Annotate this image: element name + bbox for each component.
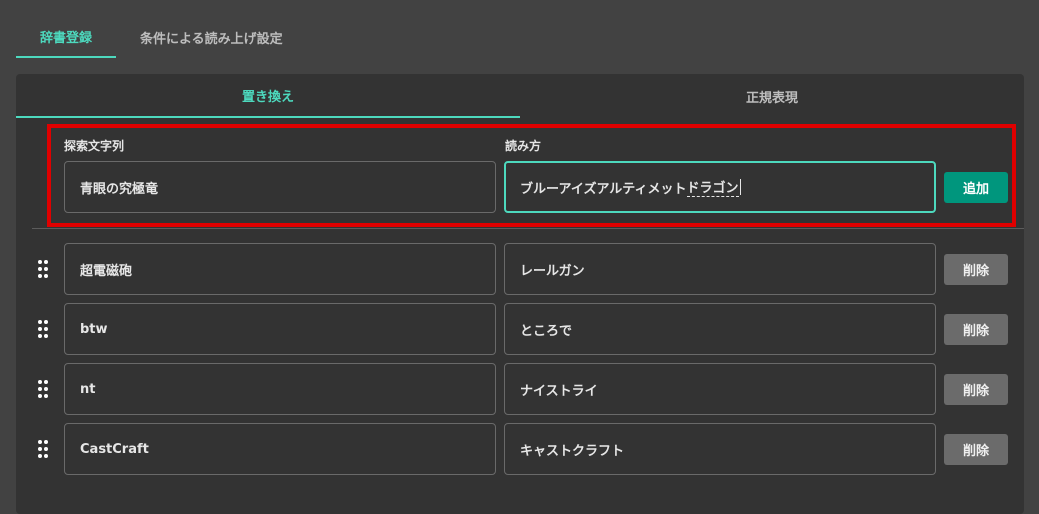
entry-reading-value: ナイストライ: [520, 383, 598, 399]
tab-regex[interactable]: 正規表現: [520, 74, 1024, 118]
entry-search-value: 超電磁砲: [80, 263, 133, 279]
reading-value: ブルーアイズアルティメット: [520, 181, 687, 197]
divider: [32, 228, 1024, 229]
delete-button[interactable]: 削除: [944, 314, 1008, 345]
delete-button[interactable]: 削除: [944, 374, 1008, 405]
tab-conditional-reading[interactable]: 条件による読み上げ設定: [116, 16, 307, 58]
entry-search-input[interactable]: btw: [64, 303, 496, 355]
entry-reading-value: レールガン: [520, 263, 585, 279]
main-tabs: 辞書登録 条件による読み上げ設定: [16, 16, 307, 58]
entry-search-input[interactable]: nt: [64, 363, 496, 415]
delete-button[interactable]: 削除: [944, 434, 1008, 465]
entry-reading-value: キャストクラフト: [520, 443, 625, 459]
reading-composing-text: ドラゴン: [686, 177, 739, 197]
drag-handle-icon[interactable]: [38, 320, 50, 338]
entry-reading-input[interactable]: ナイストライ: [504, 363, 936, 415]
search-string-value: 青眼の究極竜: [80, 181, 159, 197]
entry-search-value: btw: [80, 321, 108, 337]
entry-reading-input[interactable]: ところで: [504, 303, 936, 355]
text-caret: [739, 179, 741, 195]
reading-label: 読み方: [505, 139, 542, 153]
entry-search-value: CastCraft: [80, 441, 149, 457]
search-string-input[interactable]: 青眼の究極竜: [64, 161, 496, 213]
entry-search-input[interactable]: CastCraft: [64, 423, 496, 475]
delete-button[interactable]: 削除: [944, 254, 1008, 285]
entry-reading-input[interactable]: レールガン: [504, 243, 936, 295]
drag-handle-icon[interactable]: [38, 260, 50, 278]
entry-reading-value: ところで: [520, 323, 573, 339]
sub-tabs: 置き換え 正規表現: [16, 74, 1024, 118]
search-string-label: 探索文字列: [64, 139, 125, 153]
tab-dictionary[interactable]: 辞書登録: [16, 16, 117, 58]
entry-search-value: nt: [80, 381, 96, 397]
reading-input[interactable]: ブルーアイズアルティメット ドラゴン: [504, 161, 936, 213]
entry-search-input[interactable]: 超電磁砲: [64, 243, 496, 295]
entry-reading-input[interactable]: キャストクラフト: [504, 423, 936, 475]
drag-handle-icon[interactable]: [38, 380, 50, 398]
tab-replace[interactable]: 置き換え: [16, 74, 520, 118]
drag-handle-icon[interactable]: [38, 440, 50, 458]
add-button[interactable]: 追加: [944, 172, 1008, 203]
